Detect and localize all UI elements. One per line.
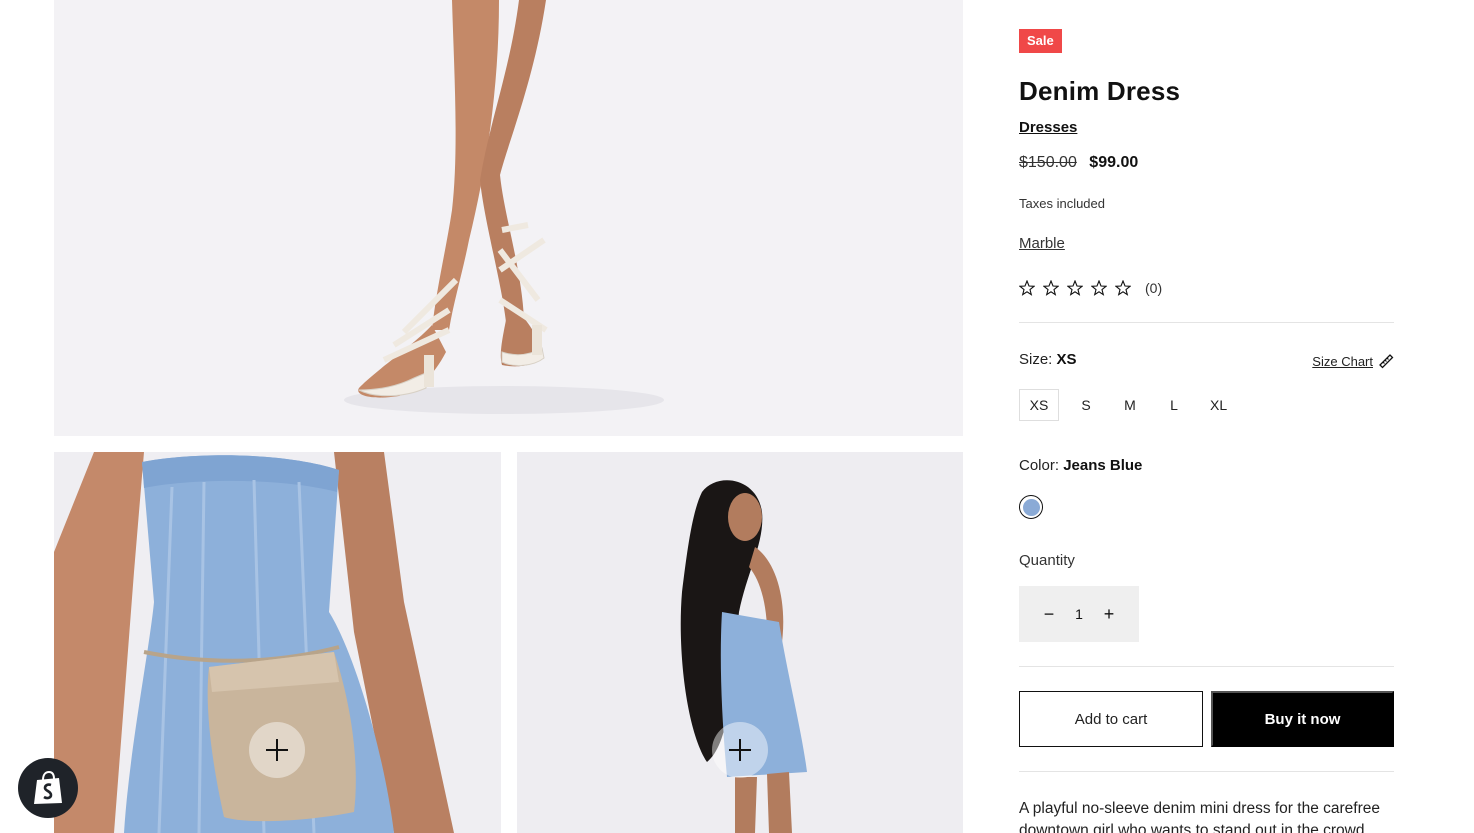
collection-link[interactable]: Dresses <box>1019 119 1077 136</box>
product-image-back[interactable] <box>517 452 963 833</box>
rating-count: (0) <box>1145 280 1163 296</box>
divider <box>1019 666 1394 667</box>
color-label: Color: Jeans Blue <box>1019 457 1142 474</box>
star-outline-icon <box>1019 280 1035 296</box>
shopify-bag-icon <box>34 770 62 804</box>
color-swatch-jeans-blue[interactable] <box>1019 495 1043 519</box>
taxes-note: Taxes included <box>1019 196 1105 211</box>
star-outline-icon <box>1091 280 1107 296</box>
swatch-fill <box>1022 498 1040 516</box>
sale-price: $99.00 <box>1089 154 1139 171</box>
compare-at-price: $150.00 <box>1019 154 1077 171</box>
size-chart-label: Size Chart <box>1312 353 1373 369</box>
size-option-m[interactable]: M <box>1113 389 1147 421</box>
zoom-button[interactable] <box>712 722 768 778</box>
product-title: Denim Dress <box>1019 76 1181 106</box>
quantity-increase-button[interactable]: + <box>1097 602 1121 626</box>
rating-stars[interactable]: (0) <box>1019 280 1162 296</box>
price-block: $150.00 $99.00 <box>1019 154 1138 172</box>
size-option-l[interactable]: L <box>1157 389 1191 421</box>
size-option-xl[interactable]: XL <box>1201 389 1236 421</box>
size-label-text: Size: <box>1019 351 1053 368</box>
ruler-icon <box>1379 354 1394 369</box>
quantity-decrease-button[interactable]: − <box>1037 602 1061 626</box>
add-to-cart-button[interactable]: Add to cart <box>1019 691 1203 747</box>
selected-color: Jeans Blue <box>1063 457 1143 474</box>
zoom-button[interactable] <box>249 722 305 778</box>
product-info: Sale Denim Dress Dresses $150.00 $99.00 … <box>1019 0 1394 833</box>
divider <box>1019 322 1394 323</box>
buy-now-button[interactable]: Buy it now <box>1211 691 1394 747</box>
product-description: A playful no-sleeve denim mini dress for… <box>1019 800 1380 833</box>
size-chart-link[interactable]: Size Chart <box>1312 353 1394 369</box>
plus-icon <box>266 739 288 761</box>
selected-size: XS <box>1056 351 1077 368</box>
plus-icon <box>729 739 751 761</box>
star-outline-icon <box>1043 280 1059 296</box>
quantity-input[interactable] <box>1061 606 1097 622</box>
size-label: Size: XS <box>1019 351 1077 368</box>
product-gallery <box>0 0 990 833</box>
vendor-link[interactable]: Marble <box>1019 235 1065 252</box>
size-options: XS S M L XL <box>1019 389 1246 421</box>
quantity-stepper: − + <box>1019 586 1139 642</box>
star-outline-icon <box>1115 280 1131 296</box>
color-label-text: Color: <box>1019 457 1060 474</box>
shopify-badge[interactable] <box>18 758 78 818</box>
size-option-xs[interactable]: XS <box>1019 389 1059 421</box>
quantity-label: Quantity <box>1019 552 1075 569</box>
product-image-bag[interactable] <box>54 452 501 833</box>
size-option-s[interactable]: S <box>1069 389 1103 421</box>
star-outline-icon <box>1067 280 1083 296</box>
divider <box>1019 771 1394 772</box>
product-image-legs[interactable] <box>54 0 963 436</box>
sale-badge: Sale <box>1019 29 1062 53</box>
